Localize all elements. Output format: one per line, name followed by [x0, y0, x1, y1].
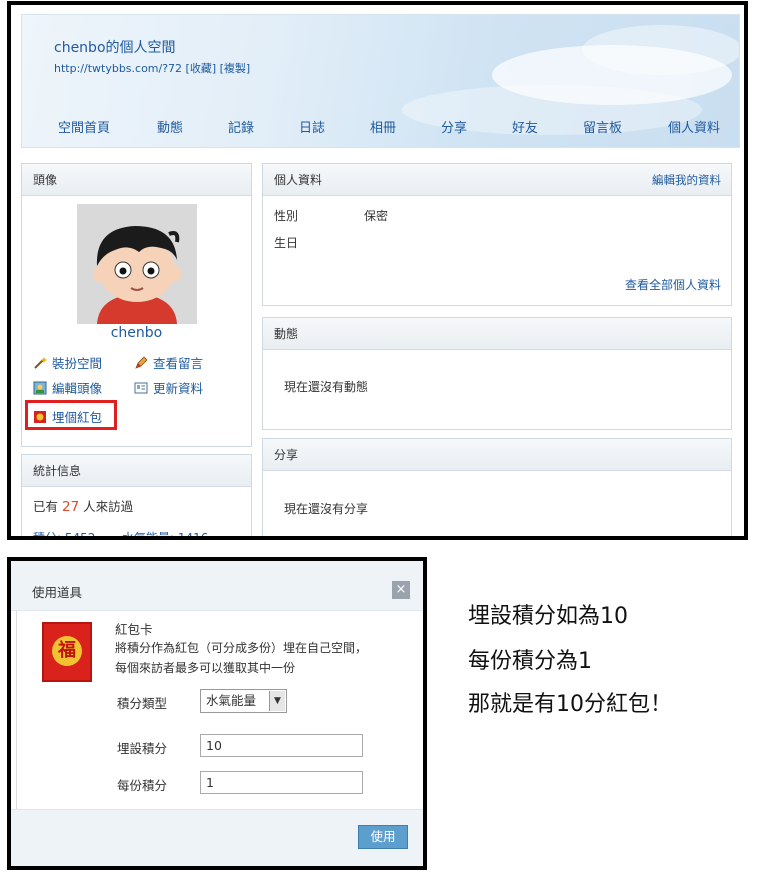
nav-feed[interactable]: 動態 [157, 117, 183, 136]
view-messages-label: 查看留言 [153, 356, 204, 371]
card-name: 紅包卡 [115, 622, 153, 637]
bury-points-label: 埋設積分 [117, 741, 168, 756]
gender-label: 性別 [274, 209, 299, 223]
points-type-label: 積分類型 [117, 696, 168, 711]
pencil-icon [134, 356, 148, 370]
share-empty-text: 現在還沒有分享 [284, 502, 369, 516]
share-panel: 分享 現在還沒有分享 [262, 438, 732, 536]
dialog-left-edge [11, 611, 17, 811]
nav-share[interactable]: 分享 [441, 117, 467, 136]
edit-profile-link[interactable]: 編輯我的資料 [652, 164, 721, 196]
space-banner: chenbo的個人空間 http://twtybbs.com/?72 [收藏] … [21, 14, 740, 148]
energy-link[interactable]: 水氣能量: 1416 [122, 529, 208, 536]
avatar-panel-heading: 頭像 [22, 164, 251, 196]
nav-home[interactable]: 空間首頁 [58, 117, 110, 136]
nav-blog[interactable]: 日誌 [299, 117, 325, 136]
nav-album[interactable]: 相冊 [370, 117, 396, 136]
space-url[interactable]: http://twtybbs.com/?72 [收藏] [複製] [54, 60, 250, 76]
visits-suffix: 人來訪過 [83, 499, 134, 514]
decorate-space-label: 裝扮空間 [52, 356, 103, 371]
avatar-cartoon-boy [77, 204, 197, 324]
annotation-line-2: 每份積分為1 [468, 649, 592, 674]
points-each-input[interactable] [200, 771, 363, 794]
avatar[interactable] [77, 204, 197, 324]
feed-panel-heading: 動態 [263, 318, 731, 350]
share-panel-heading: 分享 [263, 439, 731, 471]
points-type-value: 水氣能量 [206, 693, 257, 708]
nav-guestbook[interactable]: 留言板 [583, 117, 622, 136]
space-title[interactable]: chenbo的個人空間 [54, 37, 176, 57]
points-each-label: 每份積分 [117, 778, 168, 793]
use-item-dialog-screenshot: 使用道具 × 分 福 紅包卡 將積分作為紅包（可分成多份）埋在自己空間， 每個來… [7, 557, 427, 870]
stats-panel-heading: 統計信息 [22, 455, 251, 487]
id-card-icon [134, 381, 148, 395]
space-screenshot: chenbo的個人空間 http://twtybbs.com/?72 [收藏] … [7, 1, 748, 540]
nav-friends[interactable]: 好友 [512, 117, 538, 136]
visits-line: 已有 27 人來訪過 [33, 496, 133, 515]
edit-avatar-link[interactable]: 編輯頭像 [33, 378, 102, 397]
edit-avatar-label: 編輯頭像 [52, 381, 103, 396]
cloud-decoration [582, 25, 739, 75]
space-nav: 空間首頁 動態 記錄 日誌 相冊 分享 好友 留言板 個人資料 [22, 117, 739, 137]
fortune-char: 福 [52, 636, 82, 666]
feed-empty-text: 現在還沒有動態 [284, 380, 369, 394]
update-info-label: 更新資料 [153, 381, 204, 396]
visits-prefix: 已有 [33, 499, 59, 514]
card-description-line-2: 每個來訪者最多可以獲取其中一份 [115, 661, 296, 675]
annotation-line-1: 埋設積分如為10 [468, 604, 628, 629]
view-messages-link[interactable]: 查看留言 [134, 353, 203, 372]
magic-wand-icon [33, 356, 47, 370]
points-link[interactable]: 積分: 5452 [33, 529, 95, 536]
birthday-label: 生日 [274, 236, 299, 250]
bury-red-packet-link[interactable]: 埋個紅包 [33, 407, 102, 426]
username-link[interactable]: chenbo [22, 325, 251, 341]
annotation-line-3: 那就是有10分紅包！ [468, 692, 672, 717]
card-description: 將積分作為紅包（可分成多份）埋在自己空間， 每個來訪者最多可以獲取其中一份 [115, 638, 415, 678]
use-button[interactable]: 使用 [358, 825, 408, 849]
chevron-down-icon: ▼ [269, 691, 285, 711]
picture-icon [33, 381, 47, 395]
dialog-header: 使用道具 × [11, 561, 423, 611]
profile-panel-heading: 個人資料 編輯我的資料 [263, 164, 731, 196]
card-description-line-1: 將積分作為紅包（可分成多份）埋在自己空間， [115, 641, 368, 655]
gender-value: 保密 [364, 209, 389, 223]
close-icon[interactable]: × [392, 581, 410, 599]
red-packet-icon [33, 410, 47, 424]
view-all-profile-link[interactable]: 查看全部個人資料 [625, 276, 721, 293]
visits-count: 27 [62, 499, 80, 515]
update-info-link[interactable]: 更新資料 [134, 378, 203, 397]
decorate-space-link[interactable]: 裝扮空間 [33, 353, 102, 372]
avatar-panel: 頭像 chenbo 裝扮空間 查看留言 編輯頭像 更新資料 埋個紅包 [21, 163, 252, 447]
profile-panel-title: 個人資料 [274, 173, 323, 187]
bury-red-packet-label: 埋個紅包 [52, 410, 103, 425]
feed-panel: 動態 現在還沒有動態 [262, 317, 732, 430]
dialog-title: 使用道具 [32, 585, 83, 600]
bury-points-input[interactable] [200, 734, 363, 757]
points-type-select[interactable]: 水氣能量 ▼ [200, 689, 287, 713]
profile-panel: 個人資料 編輯我的資料 性別 保密 生日 查看全部個人資料 [262, 163, 732, 306]
stats-panel: 統計信息 已有 27 人來訪過 積分: 5452 水氣能量: 1416 [21, 454, 252, 536]
red-packet-card-icon: 福 [42, 622, 92, 682]
nav-profile[interactable]: 個人資料 [668, 117, 720, 136]
nav-records[interactable]: 記錄 [228, 117, 254, 136]
